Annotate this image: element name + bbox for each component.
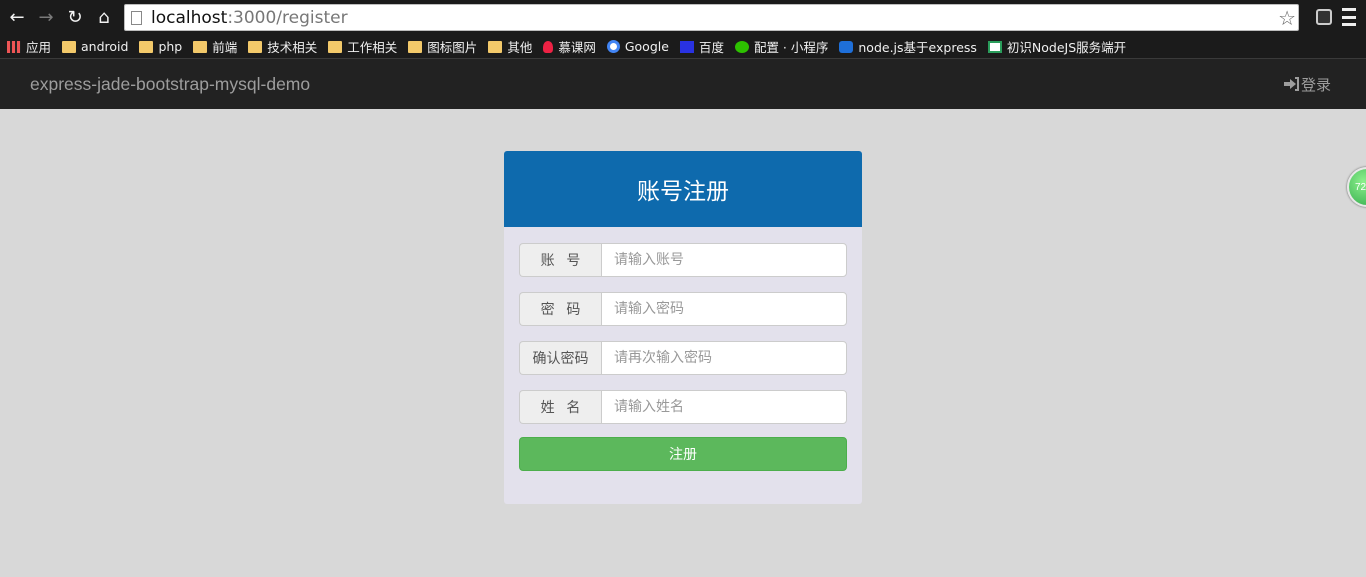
bookmarks-bar: 应用 android php 前端 技术相关 工作相关 图标图片 其他 慕课网 …: [0, 35, 1366, 59]
name-input[interactable]: [601, 390, 847, 424]
register-panel: 账号注册 账 号 密 码 确认密码 姓 名 注册: [504, 151, 862, 504]
url-host: localhost: [151, 7, 228, 28]
panel-header: 账号注册: [504, 151, 862, 227]
sign-in-icon: [1283, 77, 1299, 91]
folder-icon: [328, 40, 343, 53]
navbar-brand[interactable]: express-jade-bootstrap-mysql-demo: [30, 74, 310, 95]
bookmark-nodejs-express[interactable]: node.js基于express: [839, 37, 977, 56]
panel-title: 账号注册: [637, 179, 729, 205]
password-group: 密 码: [519, 292, 847, 326]
reload-icon[interactable]: ↻: [63, 6, 87, 30]
register-button[interactable]: 注册: [519, 437, 847, 471]
account-group: 账 号: [519, 243, 847, 277]
bookmark-nodejs-server[interactable]: 初识NodeJS服务端开: [987, 37, 1126, 56]
url-path: :3000/register: [227, 7, 348, 28]
bookmark-images[interactable]: 图标图片: [408, 37, 477, 56]
apps-icon: [7, 40, 21, 53]
confirm-password-group: 确认密码: [519, 341, 847, 375]
google-icon: [606, 40, 620, 53]
browser-toolbar: ← → ↻ ⌂ localhost :3000/register ☆: [0, 0, 1366, 35]
home-icon[interactable]: ⌂: [92, 6, 116, 30]
bookmark-android[interactable]: android: [62, 39, 128, 54]
folder-icon: [248, 40, 263, 53]
password-label: 密 码: [519, 292, 601, 326]
bookmark-other[interactable]: 其他: [488, 37, 532, 56]
name-group: 姓 名: [519, 390, 847, 424]
bookmark-baidu[interactable]: 百度: [679, 37, 724, 56]
wechat-icon: [734, 40, 749, 53]
login-label: 登录: [1300, 76, 1331, 94]
star-icon[interactable]: ☆: [1278, 6, 1296, 31]
bookmark-tech[interactable]: 技术相关: [248, 37, 317, 56]
bookmark-apps[interactable]: 应用: [7, 37, 51, 56]
folder-icon: [488, 40, 503, 53]
page-icon: [131, 10, 142, 25]
account-label: 账 号: [519, 243, 601, 277]
bookmark-frontend[interactable]: 前端: [193, 37, 237, 56]
confirm-password-label: 确认密码: [519, 341, 601, 375]
bookmark-php[interactable]: php: [139, 39, 182, 54]
baidu-icon: [679, 40, 694, 53]
bookmark-imooc[interactable]: 慕课网: [543, 37, 596, 56]
back-arrow-icon[interactable]: ←: [5, 6, 29, 30]
folder-icon: [193, 40, 208, 53]
site-icon: [839, 40, 854, 53]
bookmark-work[interactable]: 工作相关: [328, 37, 397, 56]
folder-icon: [62, 40, 77, 53]
register-form: 账 号 密 码 确认密码 姓 名 注册: [504, 227, 862, 471]
forward-arrow-icon[interactable]: →: [34, 6, 58, 30]
account-input[interactable]: [601, 243, 847, 277]
folder-icon: [139, 40, 154, 53]
login-link[interactable]: 登录: [1283, 74, 1331, 95]
password-input[interactable]: [601, 292, 847, 326]
bookmark-google[interactable]: Google: [606, 39, 669, 54]
bookmark-wechat[interactable]: 配置 · 小程序: [734, 37, 828, 56]
extension-icon[interactable]: [1316, 9, 1332, 25]
folder-icon: [408, 40, 423, 53]
address-bar[interactable]: localhost :3000/register ☆: [124, 4, 1299, 31]
confirm-password-input[interactable]: [601, 341, 847, 375]
site-icon: [987, 40, 1002, 53]
menu-icon[interactable]: [1342, 8, 1356, 26]
floating-ball[interactable]: 72: [1347, 167, 1366, 207]
name-label: 姓 名: [519, 390, 601, 424]
navbar: express-jade-bootstrap-mysql-demo 登录: [0, 59, 1366, 109]
fire-icon: [543, 40, 554, 53]
